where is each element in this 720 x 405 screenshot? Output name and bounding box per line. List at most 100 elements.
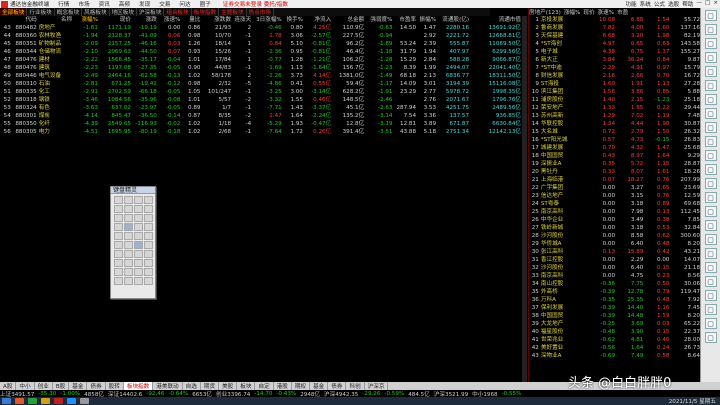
market-tab[interactable]: 期权 bbox=[292, 382, 311, 390]
key-button[interactable] bbox=[144, 232, 153, 240]
key-button[interactable] bbox=[124, 214, 133, 222]
list-item[interactable]: 11 浦房股份 1.40 2.15 -1.23 25.18 bbox=[529, 96, 701, 104]
sector-tab[interactable]: 板块指数 bbox=[192, 8, 220, 16]
market-tab[interactable]: 板块 bbox=[237, 382, 256, 390]
list-item[interactable]: 24 ST粤泰 0.00 3.18 0.89 69.68 bbox=[529, 200, 701, 208]
column-header[interactable]: 名称 bbox=[38, 16, 73, 24]
key-button[interactable] bbox=[124, 277, 133, 285]
column-header[interactable] bbox=[0, 16, 12, 24]
market-tab[interactable]: 自选 bbox=[183, 382, 201, 390]
list-item[interactable]: 35 外高桥 -0.39 12.78 0.79 119.47 bbox=[529, 288, 701, 296]
toolbar-icon[interactable]: ▢ bbox=[704, 290, 717, 301]
folder-icon[interactable] bbox=[41, 398, 50, 404]
column-header[interactable]: 流通股(亿) bbox=[437, 16, 470, 24]
maximize-button[interactable]: □ bbox=[705, 0, 710, 8]
menu-item-formula[interactable]: 公式 bbox=[654, 0, 665, 8]
market-tab[interactable]: 美股 bbox=[219, 382, 238, 390]
market-tab[interactable]: 沪深京 bbox=[365, 382, 389, 390]
column-header[interactable]: 3日涨幅% bbox=[252, 16, 283, 24]
menu-item-market[interactable]: 市场 bbox=[78, 0, 89, 8]
key-button[interactable] bbox=[144, 277, 153, 285]
key-button[interactable] bbox=[114, 277, 123, 285]
settings-icon[interactable] bbox=[80, 398, 89, 404]
key-button[interactable] bbox=[124, 223, 133, 231]
market-tab[interactable]: 债券 bbox=[87, 382, 106, 390]
list-item[interactable]: 32 沙河股份 0.00 6.40 0.15 21.18 bbox=[529, 264, 701, 272]
column-header[interactable]: 涨跌 bbox=[132, 16, 158, 24]
menu-item-circle[interactable]: 圈子 bbox=[200, 0, 211, 8]
list-item[interactable]: 2 鲁商发展 7.82 4.00 1.60 137.16 bbox=[529, 24, 701, 32]
announcement[interactable]: 证券交易未登录 委托/指数 bbox=[223, 0, 288, 8]
sector-tab[interactable]: 全部板块 bbox=[0, 8, 28, 16]
keyboard-wizard[interactable]: 键盘精灵 bbox=[110, 186, 156, 299]
toolbar-icon[interactable]: ▢ bbox=[704, 108, 717, 119]
browser-icon[interactable] bbox=[15, 398, 24, 404]
market-tab[interactable]: 股转 bbox=[106, 382, 124, 390]
menu-item-hf[interactable]: 高频 bbox=[119, 0, 130, 8]
list-item[interactable]: 13 苏州高新 1.29 7.02 1.19 7.48 bbox=[529, 112, 701, 120]
key-button[interactable] bbox=[144, 223, 153, 231]
key-button[interactable] bbox=[124, 259, 133, 267]
key-button[interactable] bbox=[134, 250, 143, 258]
sector-tab[interactable]: 热点市场 bbox=[247, 8, 274, 16]
list-item[interactable]: 42 美好置业 -0.56 1.64 0.24 26.73 bbox=[529, 344, 701, 352]
list-item[interactable]: 36 万科A -0.35 25.35 0.48 7.92 bbox=[529, 296, 701, 304]
panel-column-header[interactable]: 现价 bbox=[583, 8, 594, 16]
table-row[interactable]: 46 880344 仓储物流 -2.10 2069.63 -44.50 0.07 0.93 15… bbox=[0, 48, 522, 56]
list-item[interactable]: 17 城建发展 0.70 4.32 1.47 25.68 bbox=[529, 144, 701, 152]
list-item[interactable]: 15 大名城 0.72 2.79 1.50 26.32 bbox=[529, 128, 701, 136]
list-item[interactable]: 12 荣安地产 1.33 1.85 0.22 29.44 bbox=[529, 104, 701, 112]
market-tab[interactable]: B股 bbox=[53, 382, 70, 390]
list-item[interactable]: 41 世荣兆业 -0.62 4.81 0.46 28.00 bbox=[529, 336, 701, 344]
key-button[interactable] bbox=[114, 205, 123, 213]
list-item[interactable]: 6 新大正 3.84 36.24 0.84 9.87 bbox=[529, 56, 701, 64]
market-tab[interactable]: 期货 bbox=[201, 382, 220, 390]
list-item[interactable]: 20 黑牡丹 0.33 8.07 1.61 18.26 bbox=[529, 168, 701, 176]
list-item[interactable]: 5 电子城 4.38 6.75 1.37 155.27 bbox=[529, 48, 701, 56]
list-item[interactable]: 8 财信发展 2.16 2.66 0.70 16.72 bbox=[529, 72, 701, 80]
menu-item-select[interactable]: 选股 bbox=[668, 0, 679, 8]
key-button[interactable] bbox=[114, 196, 123, 204]
toolbar-icon[interactable]: ▢ bbox=[704, 24, 717, 35]
wechat-icon[interactable] bbox=[28, 398, 37, 404]
list-item[interactable]: 38 中国国贸 -0.39 14.48 1.59 8.20 bbox=[529, 312, 701, 320]
list-item[interactable]: 33 南京高科 0.00 4.75 0.23 8.56 bbox=[529, 272, 701, 280]
list-item[interactable]: 25 南京高科 0.00 7.98 0.13 112.45 bbox=[529, 208, 701, 216]
market-tab[interactable]: 港股 bbox=[274, 382, 292, 390]
menu-item-news[interactable]: 资讯 bbox=[99, 0, 110, 8]
table-row[interactable]: 50 880310 石油 -2.81 671.25 -19.42 -0.12 0.98 2/32… bbox=[0, 80, 522, 88]
key-button[interactable] bbox=[134, 214, 143, 222]
column-header[interactable]: 现价 bbox=[99, 16, 132, 24]
list-item[interactable]: 27 铁岭新城 0.00 3.18 0.53 32.84 bbox=[529, 224, 701, 232]
list-item[interactable]: 7 *ST中迪 2.29 4.91 0.97 15.79 bbox=[529, 64, 701, 72]
list-item[interactable]: 9 ST海投 1.60 1.91 1.13 27.28 bbox=[529, 80, 701, 88]
menu-item-help[interactable]: 帮助 bbox=[682, 0, 693, 8]
market-tab[interactable]: 基金 bbox=[310, 382, 329, 390]
key-button[interactable] bbox=[134, 259, 143, 267]
key-button[interactable] bbox=[124, 205, 133, 213]
table-row[interactable]: 52 880318 钢铁 -3.46 1084.56 -35.96 -0.08 1.01 5/5… bbox=[0, 96, 522, 104]
key-button[interactable] bbox=[124, 250, 133, 258]
panel-column-header[interactable]: 涨幅% bbox=[564, 8, 581, 16]
market-tab[interactable]: 科创 bbox=[346, 382, 365, 390]
key-button[interactable] bbox=[114, 268, 123, 276]
column-header[interactable]: 涨速% bbox=[158, 16, 182, 24]
vertical-scrollbar[interactable] bbox=[522, 16, 527, 382]
table-row[interactable]: 56 880305 电力 -4.51 1695.95 -80.19 -0.18 1.02 2/6… bbox=[0, 128, 522, 136]
key-button[interactable] bbox=[144, 259, 153, 267]
key-button[interactable] bbox=[134, 277, 143, 285]
panel-column-header[interactable]: 房地产(123) bbox=[529, 8, 561, 16]
list-item[interactable]: 10 滨江集团 1.56 3.86 0.85 5.88 bbox=[529, 88, 701, 96]
list-item[interactable]: 30 张江高科 0.13 15.89 0.42 43.21 bbox=[529, 248, 701, 256]
list-item[interactable]: 43 深物业A -0.69 7.49 0.58 8.64 bbox=[529, 352, 701, 360]
key-button[interactable] bbox=[134, 196, 143, 204]
close-button[interactable]: × bbox=[713, 0, 718, 8]
table-row[interactable]: 51 880335 化工 -2.91 2702.59 -66.18 -0.05 1.05 101… bbox=[0, 88, 522, 96]
toolbar-icon[interactable]: ▢ bbox=[704, 318, 717, 329]
toolbar-icon[interactable]: ▢ bbox=[704, 80, 717, 91]
key-button[interactable] bbox=[134, 205, 143, 213]
toolbar-icon[interactable]: ▢ bbox=[704, 136, 717, 147]
minimize-button[interactable]: — bbox=[696, 0, 702, 8]
list-item[interactable]: 26 中华企业 0.00 3.49 0.38 7.85 bbox=[529, 216, 701, 224]
list-item[interactable]: 23 信达地产 0.00 3.15 0.76 12.59 bbox=[529, 192, 701, 200]
